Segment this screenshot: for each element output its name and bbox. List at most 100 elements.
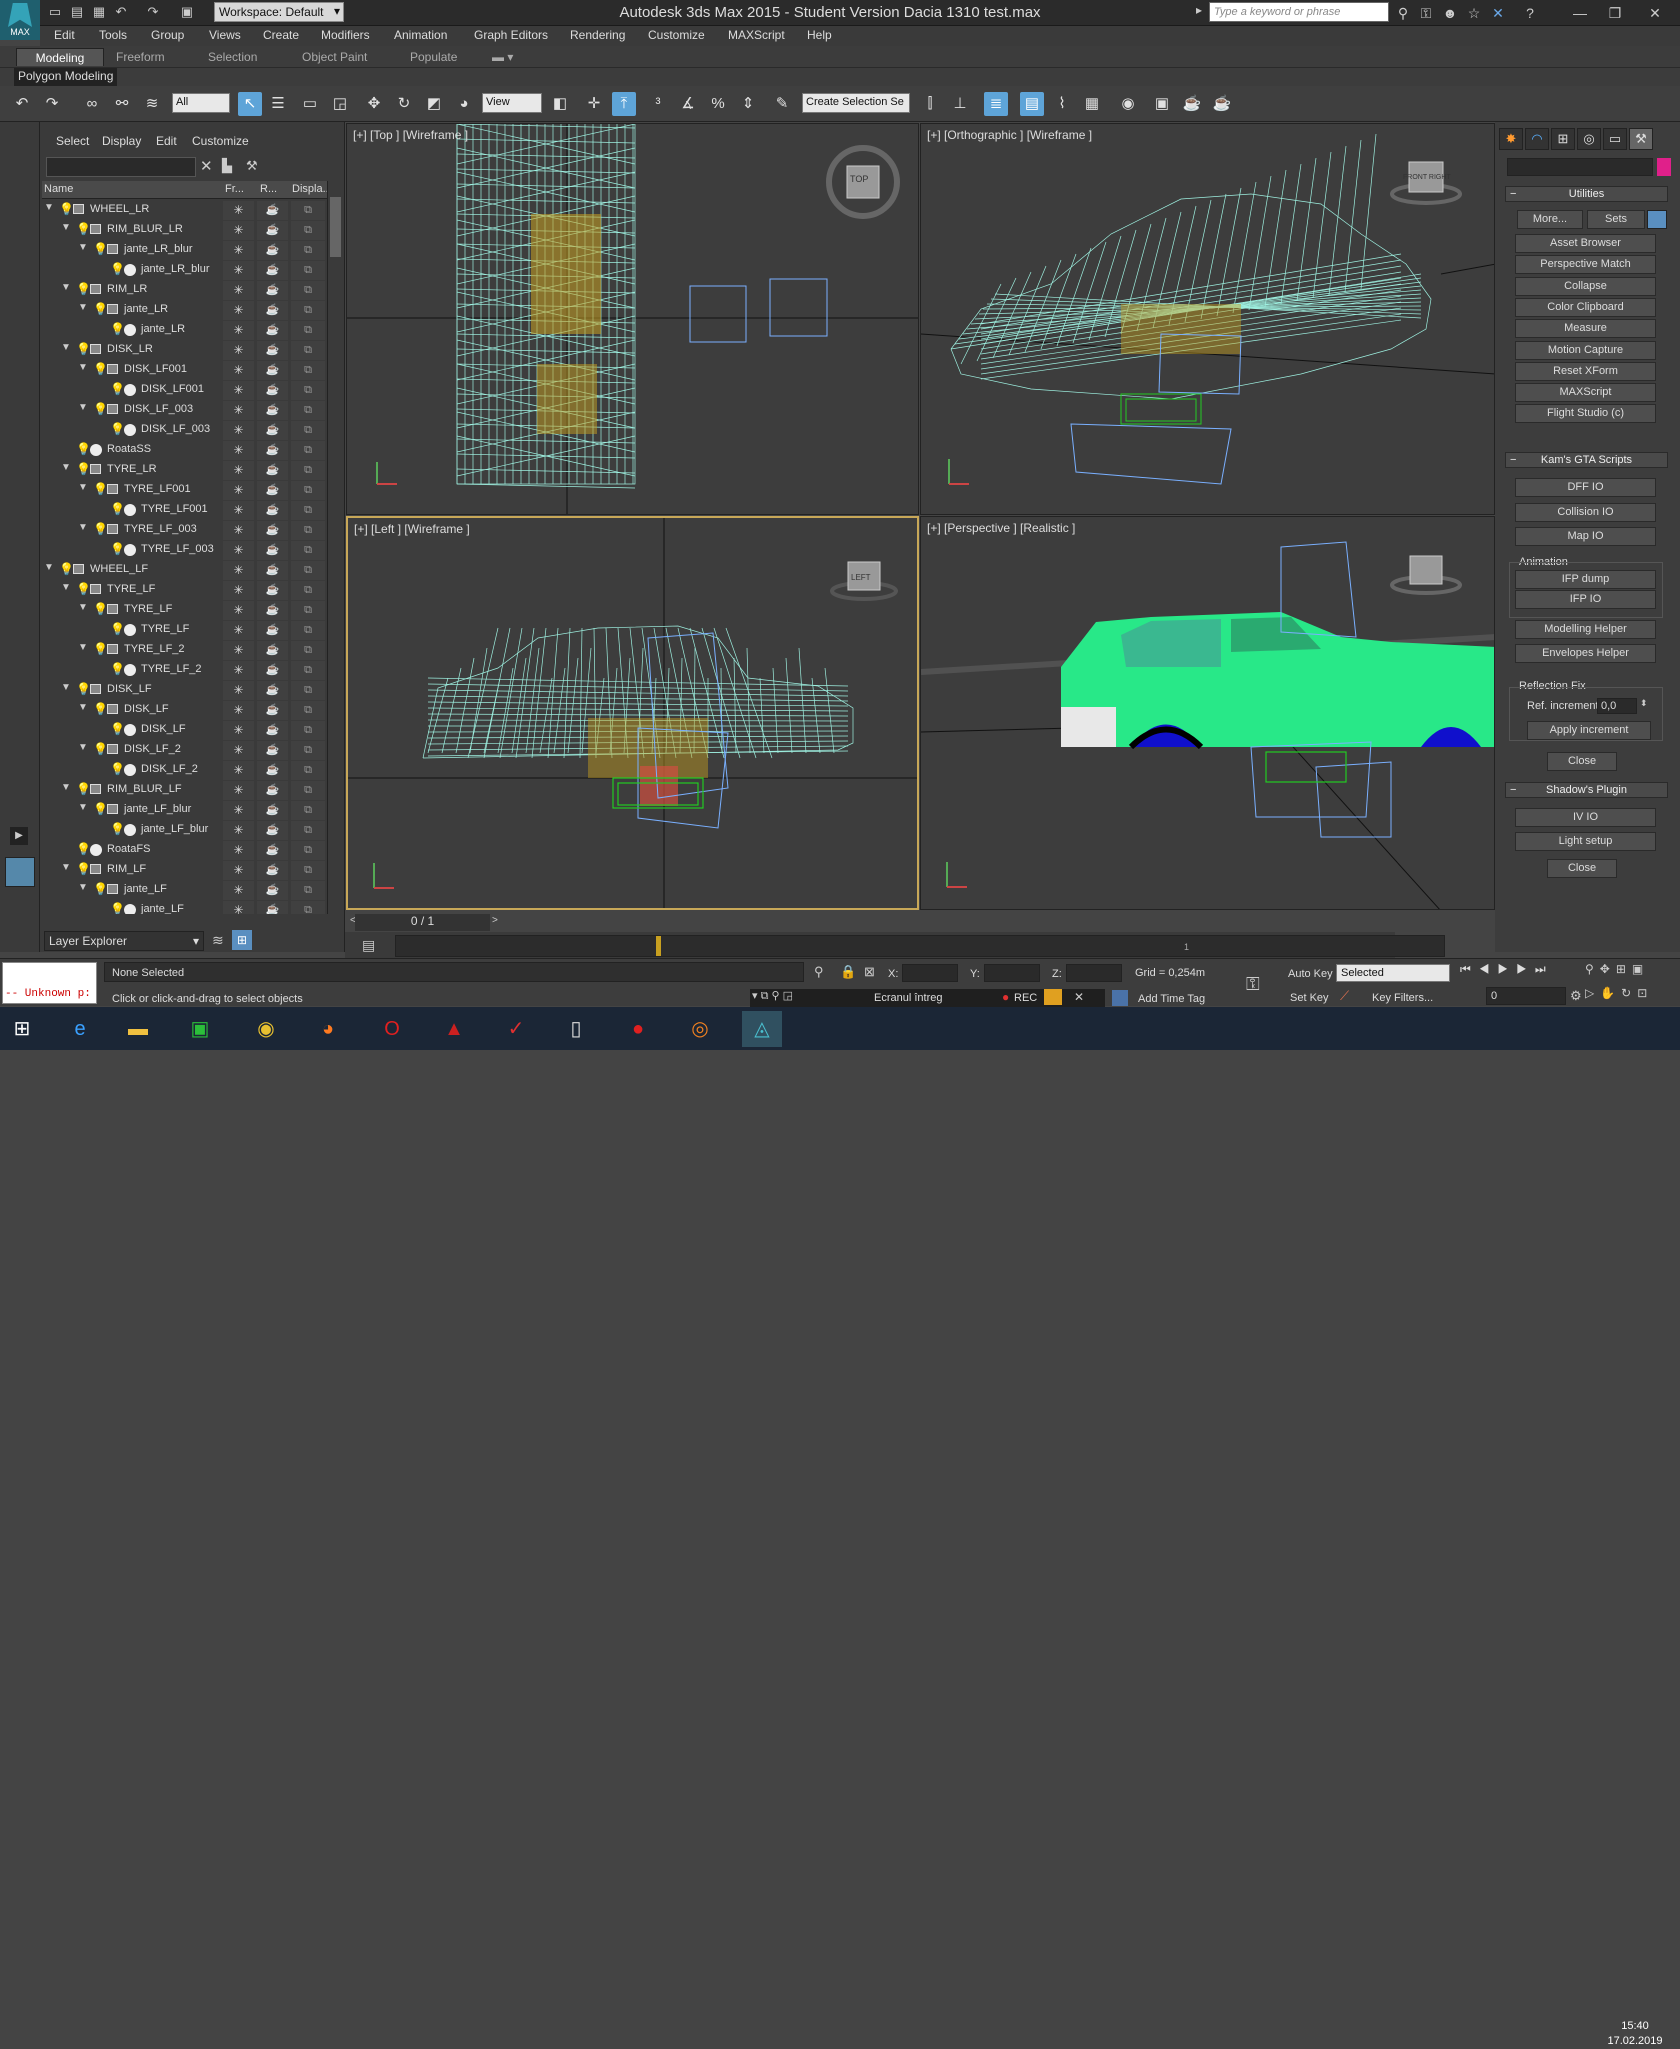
window-crossing-icon[interactable]: ◲ — [328, 92, 352, 116]
render-teapot-icon[interactable]: ☕ — [257, 861, 288, 880]
utilities-tab-icon[interactable]: ⚒ — [1629, 128, 1653, 150]
display-icon[interactable]: ⧉ — [291, 441, 325, 460]
lightbulb-icon[interactable]: 💡 — [93, 602, 108, 616]
render-teapot-icon[interactable]: ☕ — [257, 601, 288, 620]
redo-icon[interactable]: ↷ — [40, 92, 64, 116]
render-teapot-icon[interactable]: ☕ — [257, 321, 288, 340]
link-icon[interactable]: ∞ — [80, 92, 104, 116]
scene-tree-row[interactable]: ▼ 💡 RIM_BLUR_LR ✳ ☕ ⧉ — [42, 220, 325, 240]
lightbulb-icon[interactable]: 💡 — [76, 842, 91, 856]
render-teapot-icon[interactable]: ☕ — [257, 721, 288, 740]
render-teapot-icon[interactable]: ☕ — [257, 441, 288, 460]
render-teapot-icon[interactable]: ☕ — [257, 381, 288, 400]
button-color-clipboard[interactable]: Color Clipboard — [1515, 297, 1656, 317]
tab-freeform[interactable]: Freeform — [108, 48, 173, 66]
freeze-icon[interactable]: ✳ — [223, 641, 254, 660]
scene-menu-customize[interactable]: Customize — [192, 134, 249, 148]
display-icon[interactable]: ⧉ — [291, 881, 325, 900]
minimize-icon[interactable]: — — [1570, 3, 1590, 23]
lightbulb-icon[interactable]: 💡 — [110, 662, 125, 676]
button-ifp-io[interactable]: IFP IO — [1515, 590, 1656, 609]
rect-region-icon[interactable]: ▭ — [298, 92, 322, 116]
expand-toggle-icon[interactable]: ▼ — [78, 302, 88, 313]
time-right-arrow[interactable]: > — [492, 915, 498, 926]
freeze-icon[interactable]: ✳ — [223, 901, 254, 914]
isolate-icon[interactable]: ⚲ — [814, 964, 824, 980]
open-icon[interactable]: ▤ — [68, 3, 86, 21]
lightbulb-icon[interactable]: 💡 — [93, 362, 108, 376]
display-icon[interactable]: ⧉ — [291, 501, 325, 520]
clock[interactable]: 15:40 17.02.2019 — [1600, 2019, 1670, 2049]
lightbulb-icon[interactable]: 💡 — [110, 262, 125, 276]
clear-search-icon[interactable]: ✕ — [200, 157, 213, 175]
rollout-shadows-plugin[interactable]: − Shadow's Plugin — [1505, 782, 1668, 798]
render-teapot-icon[interactable]: ☕ — [257, 741, 288, 760]
manipulate-icon[interactable]: ✛ — [582, 92, 606, 116]
schematic-view-icon[interactable]: ▦ — [1080, 92, 1104, 116]
scene-tree-row[interactable]: 💡 RoataSS ✳ ☕ ⧉ — [42, 440, 325, 460]
start-icon[interactable]: ⊞ — [2, 1011, 42, 1047]
display-tab-icon[interactable]: ▭ — [1603, 128, 1627, 150]
layers-icon[interactable]: ≋ — [212, 932, 224, 949]
rec-dot-icon[interactable]: ● — [1002, 990, 1009, 1004]
scene-tree-row[interactable]: ▼ 💡 DISK_LF ✳ ☕ ⧉ — [42, 680, 325, 700]
display-icon[interactable]: ⧉ — [291, 861, 325, 880]
scene-tree-row[interactable]: 💡 DISK_LF_2 ✳ ☕ ⧉ — [42, 760, 325, 780]
sets-button[interactable]: Sets — [1587, 210, 1645, 229]
bind-spacewarp-icon[interactable]: ≋ — [140, 92, 164, 116]
button-asset-browser[interactable]: Asset Browser — [1515, 234, 1656, 253]
viewport-orthographic[interactable]: [+] [Orthographic ] [Wireframe ] FRONT R… — [920, 123, 1495, 515]
expand-toggle-icon[interactable]: ▼ — [78, 522, 88, 533]
motion-tab-icon[interactable]: ◎ — [1577, 128, 1601, 150]
display-icon[interactable]: ⧉ — [291, 801, 325, 820]
col-display[interactable]: Displa... — [292, 183, 332, 195]
display-icon[interactable]: ⧉ — [291, 621, 325, 640]
rec-label[interactable]: REC — [1014, 992, 1037, 1004]
recorder-close-icon[interactable]: ✕ — [1074, 990, 1084, 1004]
scene-tree-row[interactable]: ▼ 💡 jante_LF ✳ ☕ ⧉ — [42, 880, 325, 900]
expand-toggle-icon[interactable]: ▼ — [61, 862, 71, 873]
lock-icon[interactable]: 🔒 — [840, 964, 856, 980]
freeze-icon[interactable]: ✳ — [223, 481, 254, 500]
lightbulb-icon[interactable]: 💡 — [110, 822, 125, 836]
ribbon-options-icon[interactable]: ▬ ▾ — [484, 48, 521, 66]
freeze-icon[interactable]: ✳ — [223, 321, 254, 340]
freeze-icon[interactable]: ✳ — [223, 361, 254, 380]
app-logo[interactable]: MAX — [0, 0, 40, 40]
menu-help[interactable]: Help — [807, 28, 832, 42]
maximize-icon[interactable]: ❐ — [1605, 3, 1625, 23]
freeze-icon[interactable]: ✳ — [223, 301, 254, 320]
scene-tree-row[interactable]: ▼ 💡 RIM_LR ✳ ☕ ⧉ — [42, 280, 325, 300]
display-icon[interactable]: ⧉ — [291, 781, 325, 800]
3dsmax-taskbar-icon[interactable]: ◬ — [742, 1011, 782, 1047]
pivot-center-icon[interactable]: ◧ — [548, 92, 572, 116]
render-production-icon[interactable]: ☕ — [1210, 92, 1234, 116]
expand-toggle-icon[interactable]: ▼ — [61, 282, 71, 293]
lightbulb-icon[interactable]: 💡 — [110, 502, 125, 516]
window-app-icon[interactable]: ▯ — [556, 1011, 596, 1047]
lightbulb-icon[interactable]: 💡 — [93, 882, 108, 896]
menu-create[interactable]: Create — [263, 28, 299, 42]
expand-toggle-icon[interactable]: ▼ — [78, 402, 88, 413]
store-icon[interactable]: ▣ — [180, 1011, 220, 1047]
col-freeze[interactable]: Fr... — [225, 183, 244, 195]
tab-modeling[interactable]: Modeling — [16, 48, 104, 66]
expand-toggle-icon[interactable]: ▼ — [78, 602, 88, 613]
time-config-icon[interactable]: ⚙ — [1570, 988, 1582, 1004]
hierarchy-tab-icon[interactable]: ⊞ — [1551, 128, 1575, 150]
render-teapot-icon[interactable]: ☕ — [257, 241, 288, 260]
display-icon[interactable]: ⧉ — [291, 641, 325, 660]
scene-tree-row[interactable]: 💡 DISK_LF001 ✳ ☕ ⧉ — [42, 380, 325, 400]
lightbulb-icon[interactable]: 💡 — [76, 782, 91, 796]
default-tangent-icon[interactable]: ⟋ — [1340, 988, 1349, 1004]
blender-icon[interactable]: ◎ — [680, 1011, 720, 1047]
scene-tree-row[interactable]: 💡 jante_LF_blur ✳ ☕ ⧉ — [42, 820, 325, 840]
tab-selection[interactable]: Selection — [200, 48, 265, 66]
add-time-tag[interactable]: Add Time Tag — [1138, 993, 1205, 1005]
display-icon[interactable]: ⧉ — [291, 241, 325, 260]
scene-tree-row[interactable]: ▼ 💡 jante_LR_blur ✳ ☕ ⧉ — [42, 240, 325, 260]
lightbulb-icon[interactable]: 💡 — [93, 522, 108, 536]
scene-tree-row[interactable]: ▼ 💡 TYRE_LF ✳ ☕ ⧉ — [42, 580, 325, 600]
display-icon[interactable]: ⧉ — [291, 761, 325, 780]
render-teapot-icon[interactable]: ☕ — [257, 501, 288, 520]
